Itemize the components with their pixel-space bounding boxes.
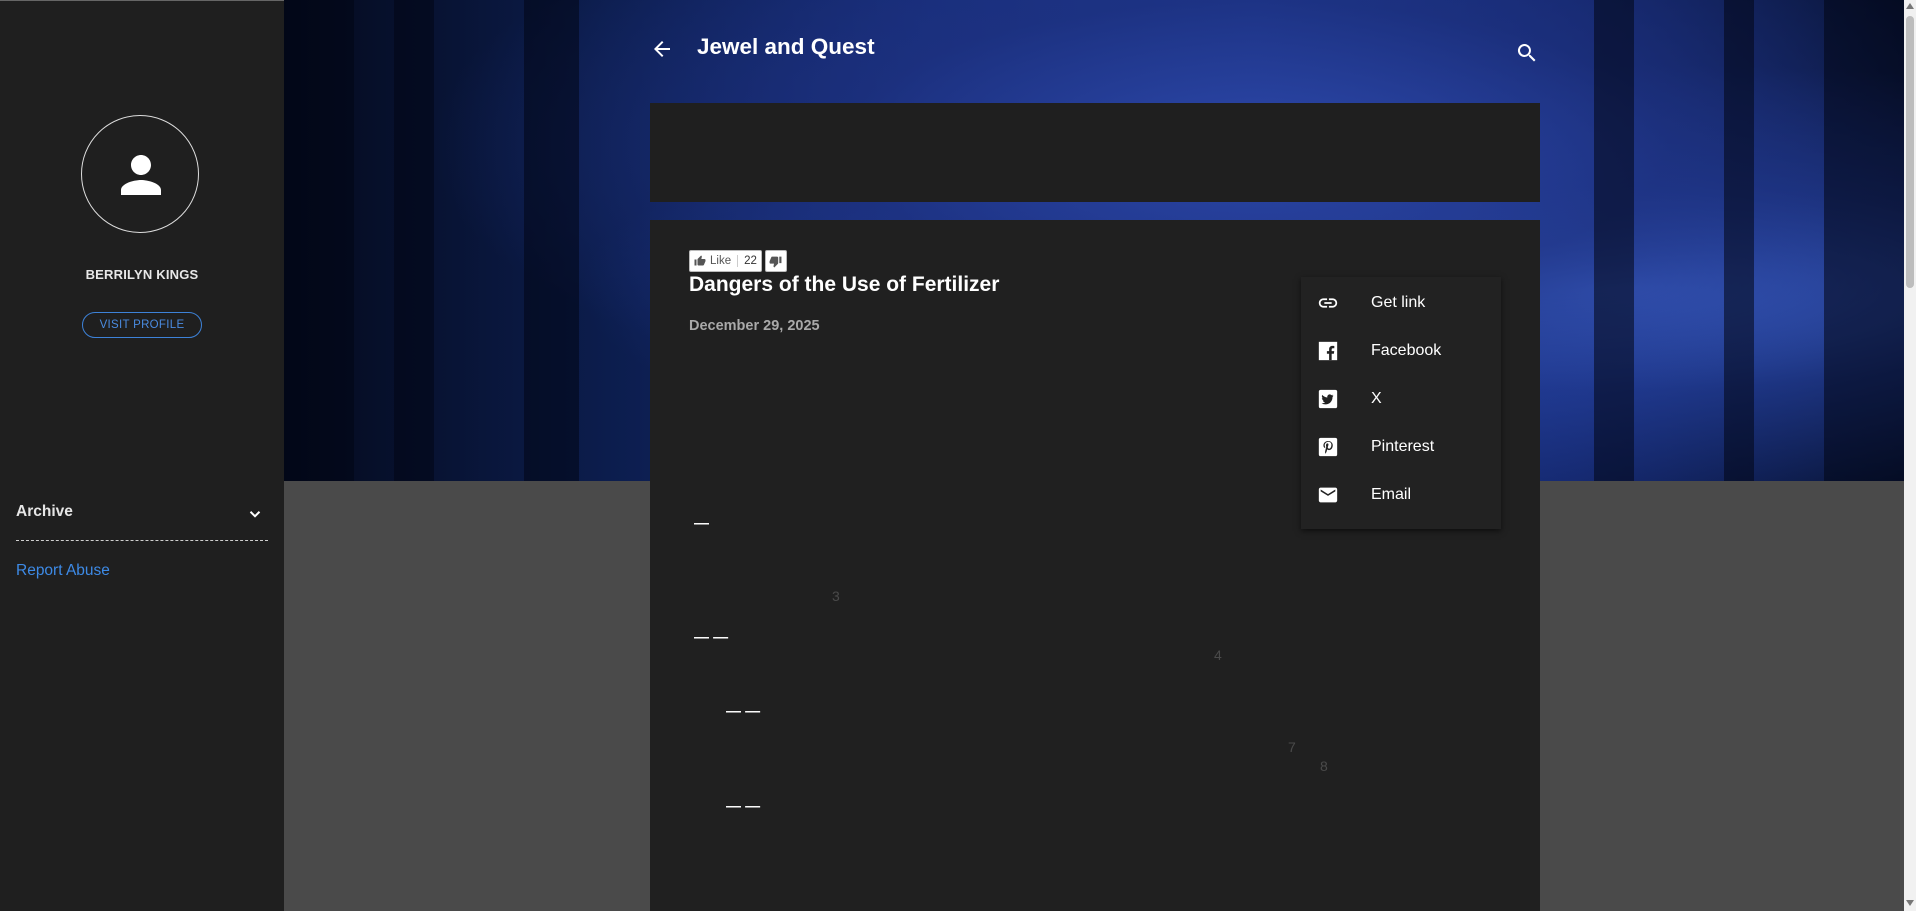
person-icon	[121, 155, 161, 195]
post-title: Dangers of the Use of Fertilizer	[689, 273, 1000, 296]
footnote-number: 8	[1320, 758, 1328, 774]
scroll-up-arrow-icon[interactable]	[1906, 3, 1914, 9]
blog-title[interactable]: Jewel and Quest	[697, 34, 875, 60]
share-menu: Get link Facebook X Pinterest Email	[1301, 277, 1501, 529]
profile-name: BERRILYN KINGS	[85, 267, 199, 282]
visit-profile-button[interactable]: VISIT PROFILE	[82, 312, 202, 338]
sidebar: BERRILYN KINGS VISIT PROFILE Archive Rep…	[0, 0, 284, 911]
list-marker: — —	[726, 798, 761, 815]
share-facebook[interactable]: Facebook	[1301, 330, 1501, 370]
like-widget: Like 22	[689, 250, 787, 272]
back-arrow-icon[interactable]	[650, 37, 674, 61]
archive-toggle[interactable]: Archive	[16, 501, 268, 541]
list-marker: —	[694, 515, 709, 532]
like-label: Like	[710, 255, 732, 267]
like-count: 22	[737, 255, 757, 267]
share-x[interactable]: X	[1301, 378, 1501, 418]
link-icon	[1318, 298, 1338, 308]
archive-label: Archive	[16, 503, 73, 520]
share-get-link[interactable]: Get link	[1301, 282, 1501, 322]
vertical-scrollbar[interactable]	[1904, 0, 1916, 911]
share-item-label: Email	[1371, 486, 1412, 503]
list-marker: — —	[694, 629, 729, 646]
share-email[interactable]: Email	[1301, 474, 1501, 514]
avatar[interactable]	[81, 115, 199, 233]
x-icon	[1318, 389, 1338, 409]
report-abuse-link[interactable]: Report Abuse	[16, 562, 110, 580]
footnote-number: 7	[1288, 739, 1296, 755]
share-item-label: Facebook	[1371, 342, 1442, 359]
facebook-icon	[1318, 341, 1338, 361]
share-pinterest[interactable]: Pinterest	[1301, 426, 1501, 466]
search-icon[interactable]	[1515, 41, 1539, 65]
ad-placeholder	[650, 103, 1540, 202]
footnote-number: 3	[832, 588, 840, 604]
scroll-down-arrow-icon[interactable]	[1906, 900, 1914, 906]
like-button[interactable]: Like 22	[689, 250, 762, 272]
share-item-label: Pinterest	[1371, 438, 1435, 455]
thumbs-down-icon	[769, 256, 782, 267]
footnote-number: 4	[1214, 647, 1222, 663]
list-marker: — —	[726, 703, 761, 720]
email-icon	[1318, 487, 1338, 503]
scroll-thumb[interactable]	[1906, 16, 1914, 288]
chevron-down-icon	[249, 511, 261, 518]
pinterest-icon	[1318, 437, 1338, 457]
thumbs-up-icon	[694, 255, 706, 266]
share-item-label: X	[1371, 390, 1382, 407]
dislike-button[interactable]	[764, 250, 787, 272]
post-date[interactable]: December 29, 2025	[689, 318, 820, 334]
share-item-label: Get link	[1371, 294, 1426, 311]
